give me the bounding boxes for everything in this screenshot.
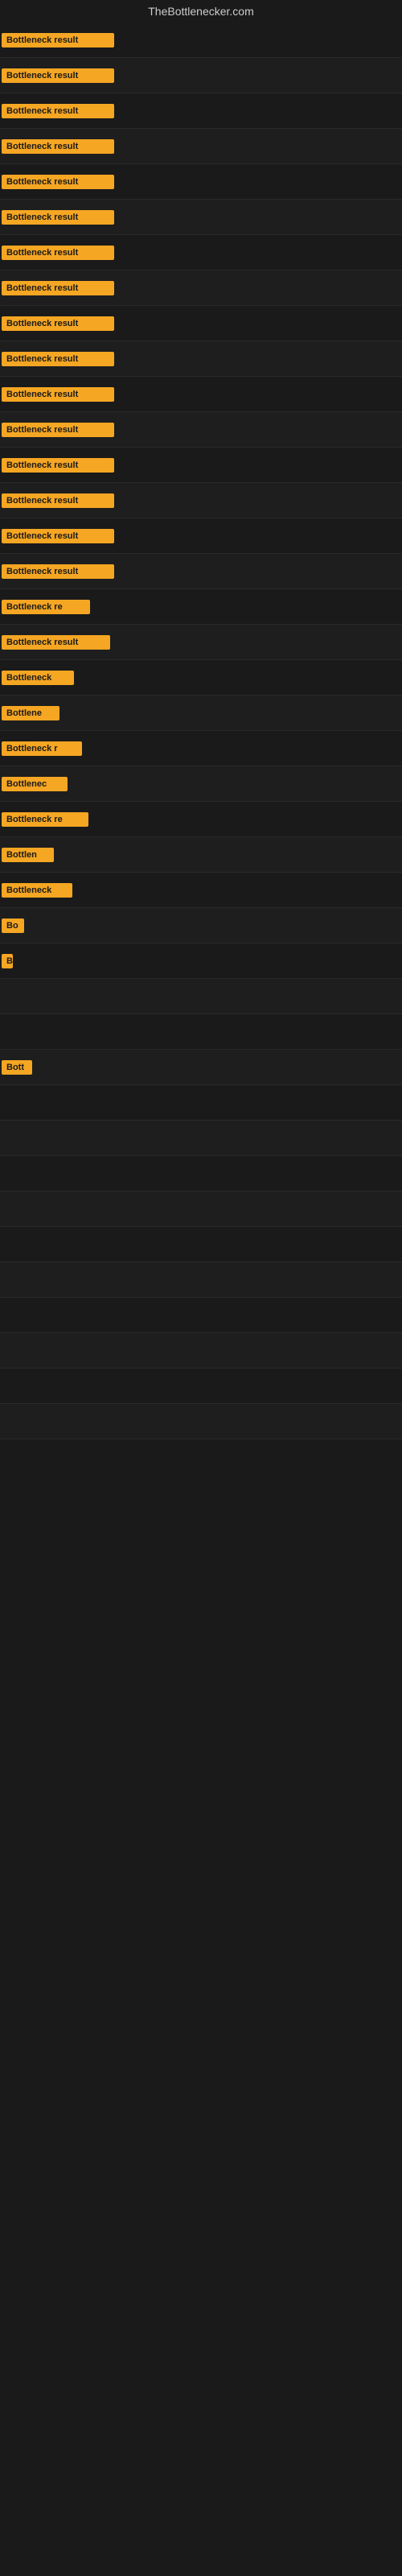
bottleneck-label[interactable]: Bottleneck result — [2, 564, 114, 579]
result-row: Bottleneck result — [0, 23, 402, 58]
bottleneck-label[interactable]: Bottleneck — [2, 883, 72, 898]
bottleneck-label[interactable]: B — [2, 954, 13, 968]
result-row: Bottleneck re — [0, 589, 402, 625]
bottleneck-label[interactable]: Bott — [2, 1060, 32, 1075]
bottleneck-label[interactable]: Bottleneck result — [2, 175, 114, 189]
site-header: TheBottlenecker.com — [0, 0, 402, 23]
result-row — [0, 979, 402, 1014]
result-row: Bo — [0, 908, 402, 943]
result-row: Bottleneck result — [0, 270, 402, 306]
bottleneck-label[interactable]: Bottleneck result — [2, 423, 114, 437]
result-row — [0, 1368, 402, 1404]
bottleneck-label[interactable]: Bottleneck result — [2, 458, 114, 473]
result-row: Bottlenec — [0, 766, 402, 802]
result-row — [0, 1227, 402, 1262]
bottleneck-label[interactable]: Bottlene — [2, 706, 59, 720]
bottleneck-label[interactable]: Bottleneck result — [2, 246, 114, 260]
result-row: Bottleneck — [0, 873, 402, 908]
bottleneck-label[interactable]: Bo — [2, 919, 24, 933]
bottleneck-label[interactable]: Bottleneck re — [2, 600, 90, 614]
result-row: Bottlene — [0, 696, 402, 731]
bottleneck-label[interactable]: Bottlenec — [2, 777, 68, 791]
result-row: Bottleneck result — [0, 483, 402, 518]
result-row: Bottleneck result — [0, 518, 402, 554]
result-row — [0, 1085, 402, 1121]
result-row: Bottleneck re — [0, 802, 402, 837]
result-row: Bottleneck result — [0, 129, 402, 164]
bottleneck-label[interactable]: Bottleneck result — [2, 139, 114, 154]
result-row: B — [0, 943, 402, 979]
bottleneck-label[interactable]: Bottleneck result — [2, 316, 114, 331]
result-row — [0, 1014, 402, 1050]
bottleneck-label[interactable]: Bottleneck result — [2, 635, 110, 650]
bottleneck-label[interactable]: Bottleneck result — [2, 493, 114, 508]
result-row: Bottleneck result — [0, 93, 402, 129]
result-row — [0, 1121, 402, 1156]
bottleneck-label[interactable]: Bottleneck result — [2, 104, 114, 118]
result-row: Bottleneck result — [0, 58, 402, 93]
result-row — [0, 1191, 402, 1227]
result-row: Bottleneck — [0, 660, 402, 696]
result-row: Bottleneck result — [0, 341, 402, 377]
result-row: Bottleneck r — [0, 731, 402, 766]
result-row — [0, 1333, 402, 1368]
bottleneck-label[interactable]: Bottleneck result — [2, 281, 114, 295]
result-row: Bottleneck result — [0, 448, 402, 483]
bottleneck-label[interactable]: Bottleneck r — [2, 741, 82, 756]
bottleneck-label[interactable]: Bottleneck result — [2, 529, 114, 543]
bottleneck-label[interactable]: Bottleneck result — [2, 352, 114, 366]
bottleneck-label[interactable]: Bottleneck result — [2, 210, 114, 225]
bottleneck-label[interactable]: Bottlen — [2, 848, 54, 862]
result-row: Bottleneck result — [0, 377, 402, 412]
result-row — [0, 1262, 402, 1298]
result-row: Bott — [0, 1050, 402, 1085]
result-row: Bottleneck result — [0, 625, 402, 660]
result-row: Bottleneck result — [0, 235, 402, 270]
result-row: Bottlen — [0, 837, 402, 873]
result-row: Bottleneck result — [0, 200, 402, 235]
bottleneck-label[interactable]: Bottleneck re — [2, 812, 88, 827]
site-title: TheBottlenecker.com — [0, 0, 402, 23]
result-row — [0, 1156, 402, 1191]
results-container: Bottleneck result Bottleneck result Bottle… — [0, 23, 402, 1439]
result-row: Bottleneck result — [0, 554, 402, 589]
bottleneck-label[interactable]: Bottleneck result — [2, 68, 114, 83]
bottleneck-label[interactable]: Bottleneck result — [2, 33, 114, 47]
result-row — [0, 1404, 402, 1439]
result-row: Bottleneck result — [0, 412, 402, 448]
result-row: Bottleneck result — [0, 306, 402, 341]
bottleneck-label[interactable]: Bottleneck — [2, 671, 74, 685]
result-row — [0, 1298, 402, 1333]
result-row: Bottleneck result — [0, 164, 402, 200]
bottleneck-label[interactable]: Bottleneck result — [2, 387, 114, 402]
